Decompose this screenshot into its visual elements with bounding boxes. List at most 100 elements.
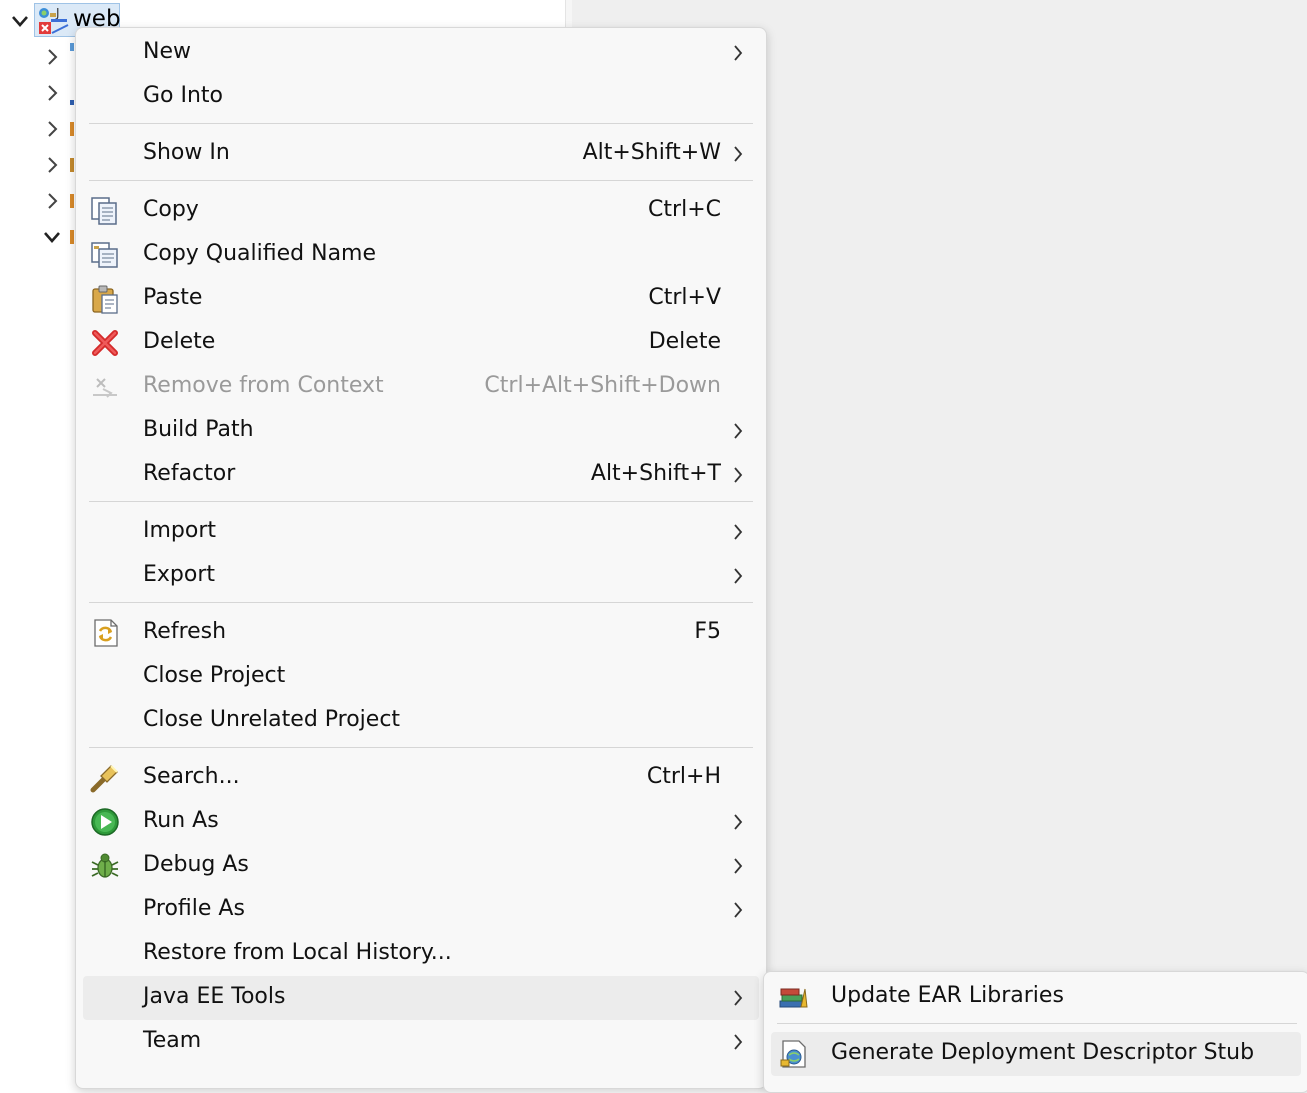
chevron-right-icon [734,568,743,584]
menu-separator [89,602,753,603]
menu-item-new[interactable]: New [83,31,759,75]
context-menu: New Go Into Show In Alt+Shift+W Copy Ctr… [75,27,767,1089]
menu-item-label: Remove from Context [143,373,384,398]
menu-item-show-in[interactable]: Show In Alt+Shift+W [83,132,759,176]
menu-item-run-as[interactable]: Run As [83,800,759,844]
tree-item-icon [70,43,74,51]
folder-icon [70,122,74,136]
menu-item-restore-from-local-history[interactable]: Restore from Local History... [83,932,759,976]
menu-item-shortcut: Alt+Shift+W [582,140,721,165]
menu-item-label: Refactor [143,461,236,486]
chevron-right-icon [734,858,743,874]
menu-item-label: Build Path [143,417,254,442]
generate-deployment-descriptor-icon [780,1040,806,1068]
menu-separator [89,747,753,748]
menu-separator [89,123,753,124]
menu-separator [89,180,753,181]
chevron-right-icon [734,45,743,61]
search-flashlight-icon [90,765,118,793]
menu-item-label: Go Into [143,83,224,108]
menu-item-label: Java EE Tools [143,984,286,1009]
menu-item-label: Team [143,1028,202,1053]
chevron-right-icon [734,524,743,540]
menu-item-shortcut: Ctrl+H [646,764,721,789]
chevron-right-icon [734,1034,743,1050]
menu-item-close-project[interactable]: Close Project [83,655,759,699]
menu-item-label: Refresh [143,619,227,644]
menu-item-label: Paste [143,285,203,310]
menu-separator [777,1023,1297,1024]
chevron-right-icon [734,990,743,1006]
menu-item-profile-as[interactable]: Profile As [83,888,759,932]
menu-item-shortcut: Delete [648,329,721,354]
menu-item-build-path[interactable]: Build Path [83,409,759,453]
chevron-right-icon[interactable] [41,190,63,212]
menu-item-go-into[interactable]: Go Into [83,75,759,119]
menu-item-label: Delete [143,329,216,354]
chevron-right-icon[interactable] [41,118,63,140]
chevron-right-icon[interactable] [41,154,63,176]
menu-item-label: Profile As [143,896,245,921]
run-icon [91,808,119,836]
menu-item-shortcut: F5 [694,619,721,644]
debug-bug-icon [91,853,119,878]
menu-item-remove-from-context[interactable]: Remove from Context Ctrl+Alt+Shift+Down [83,365,759,409]
menu-item-label: Close Unrelated Project [143,707,401,732]
menu-item-paste[interactable]: Paste Ctrl+V [83,277,759,321]
chevron-right-icon[interactable] [41,46,63,68]
menu-item-shortcut: Ctrl+C [648,197,721,222]
submenu-item-generate-deployment-descriptor-stub[interactable]: Generate Deployment Descriptor Stub [771,1032,1301,1076]
chevron-right-icon [734,814,743,830]
folder-icon [70,230,74,244]
remove-from-context-icon [93,378,117,398]
chevron-right-icon [734,423,743,439]
java-project-icon: J [39,6,69,34]
menu-item-label: Import [143,518,217,543]
menu-item-team[interactable]: Team [83,1020,759,1064]
menu-item-refactor[interactable]: Refactor Alt+Shift+T [83,453,759,497]
chevron-right-icon[interactable] [41,82,63,104]
menu-item-label: Copy [143,197,199,222]
menu-item-import[interactable]: Import [83,510,759,554]
refresh-icon [94,619,118,647]
menu-item-debug-as[interactable]: Debug As [83,844,759,888]
menu-item-export[interactable]: Export [83,554,759,598]
menu-item-shortcut: Alt+Shift+T [590,461,721,486]
submenu-item-update-ear-libraries[interactable]: Update EAR Libraries [771,975,1301,1019]
tree-item-icon [70,158,74,172]
menu-item-java-ee-tools[interactable]: Java EE Tools [83,976,759,1020]
paste-icon [92,285,118,314]
chevron-right-icon [734,902,743,918]
chevron-right-icon [734,467,743,483]
submenu-item-label: Update EAR Libraries [831,983,1064,1008]
update-ear-libraries-icon [779,988,808,1008]
menu-item-shortcut: Ctrl+V [648,285,721,310]
menu-item-label: Restore from Local History... [143,940,452,965]
svg-text:J: J [55,6,60,20]
menu-item-label: Copy Qualified Name [143,241,377,266]
tree-item-icon [70,100,74,105]
copy-icon [91,197,117,225]
menu-item-shortcut: Ctrl+Alt+Shift+Down [484,373,721,398]
menu-item-label: Run As [143,808,219,833]
menu-item-label: Export [143,562,216,587]
menu-item-close-unrelated-project[interactable]: Close Unrelated Project [83,699,759,743]
copy-qualified-name-icon [91,242,118,268]
menu-separator [89,501,753,502]
menu-item-delete[interactable]: Delete Delete [83,321,759,365]
menu-item-label: Show In [143,140,230,165]
menu-item-label: Search... [143,764,240,789]
folder-icon [70,194,74,208]
chevron-down-icon[interactable] [9,10,31,32]
menu-item-label: Debug As [143,852,249,877]
chevron-down-icon[interactable] [41,226,63,248]
chevron-right-icon [734,146,743,162]
menu-item-copy-qualified-name[interactable]: Copy Qualified Name [83,233,759,277]
menu-item-copy[interactable]: Copy Ctrl+C [83,189,759,233]
menu-item-search[interactable]: Search... Ctrl+H [83,756,759,800]
java-ee-tools-submenu: Update EAR Libraries Generate Deployment… [763,971,1307,1093]
menu-item-label: New [143,39,191,64]
delete-icon [92,330,118,356]
menu-item-refresh[interactable]: Refresh F5 [83,611,759,655]
menu-item-label: Close Project [143,663,286,688]
